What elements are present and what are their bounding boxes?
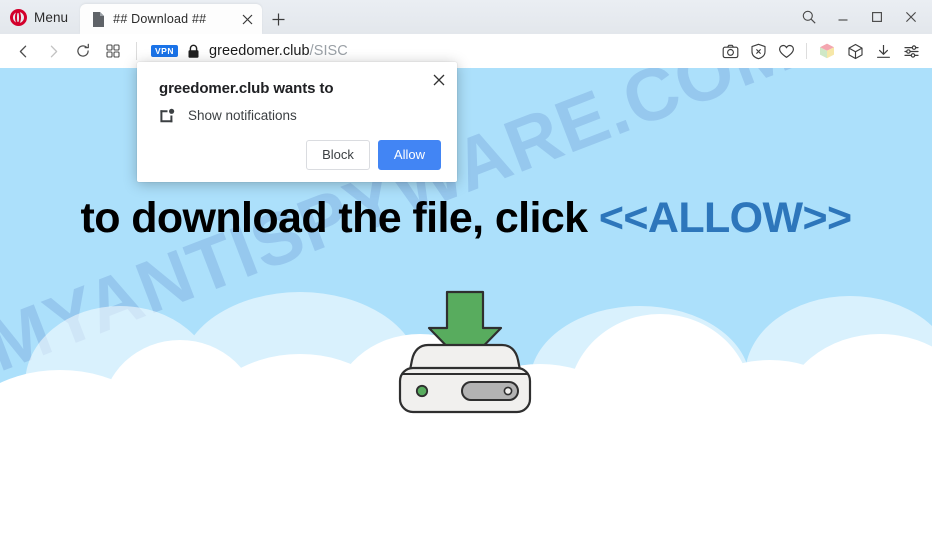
- toolbar-divider: [136, 42, 137, 60]
- browser-window: Menu ## Download ## VPN greedomer.club/S…: [0, 0, 932, 554]
- page-headline: to download the file, click <<ALLOW>>: [0, 194, 932, 243]
- grid-squares-icon: [106, 44, 120, 58]
- hard-drive-download-illustration: [398, 290, 532, 414]
- minimize-icon[interactable]: [826, 0, 860, 34]
- snapshot-camera-icon[interactable]: [717, 37, 743, 65]
- maximize-icon[interactable]: [860, 0, 894, 34]
- window-close-icon[interactable]: [894, 0, 928, 34]
- tab-close-icon[interactable]: [238, 10, 256, 28]
- back-button[interactable]: [8, 36, 38, 66]
- workspaces-cube-icon[interactable]: [842, 37, 868, 65]
- opera-menu-button[interactable]: Menu: [0, 0, 80, 34]
- forward-button[interactable]: [38, 36, 68, 66]
- opera-logo-icon: [10, 8, 27, 26]
- tab-title: ## Download ##: [113, 12, 207, 26]
- search-icon[interactable]: [792, 0, 826, 34]
- toolbar-divider: [806, 43, 807, 59]
- page-document-icon: [93, 11, 105, 27]
- dialog-permission-label: Show notifications: [188, 108, 297, 123]
- extensions-cube-color-icon[interactable]: [814, 37, 840, 65]
- show-notifications-icon: [160, 108, 175, 123]
- headline-allow-word: <<ALLOW>>: [598, 194, 852, 242]
- easy-setup-sliders-icon[interactable]: [898, 37, 924, 65]
- browser-tab[interactable]: ## Download ##: [80, 4, 263, 34]
- heart-icon[interactable]: [773, 37, 799, 65]
- url-path: /SISC: [309, 43, 348, 59]
- plus-icon: [272, 13, 285, 25]
- block-button[interactable]: Block: [306, 140, 370, 170]
- reload-icon: [77, 43, 89, 57]
- dialog-title: greedomer.club wants to: [159, 80, 334, 97]
- reload-button[interactable]: [68, 36, 98, 66]
- notification-permission-dialog: greedomer.club wants to Show notificatio…: [137, 62, 457, 182]
- toolbar-right-icons: [717, 37, 924, 65]
- padlock-icon[interactable]: [187, 44, 200, 59]
- tab-strip: Menu ## Download ##: [0, 0, 932, 34]
- vpn-badge[interactable]: VPN: [151, 45, 178, 57]
- headline-prefix: to download the file, click: [80, 194, 599, 242]
- chevron-right-icon: [50, 45, 57, 57]
- speed-dial-button[interactable]: [98, 36, 128, 66]
- url-host: greedomer.club: [208, 43, 310, 59]
- opera-menu-label: Menu: [34, 9, 69, 25]
- dialog-actions: Block Allow: [159, 140, 441, 172]
- downloads-icon[interactable]: [870, 37, 896, 65]
- ad-blocker-shield-icon[interactable]: [745, 37, 771, 65]
- dialog-close-icon[interactable]: [429, 70, 449, 90]
- allow-button[interactable]: Allow: [377, 140, 441, 170]
- chevron-left-icon: [19, 45, 26, 57]
- dialog-permission-row: Show notifications: [159, 107, 441, 124]
- window-controls: [792, 0, 932, 34]
- url-text: greedomer.club/SISC: [209, 43, 348, 59]
- new-tab-button[interactable]: [262, 4, 294, 34]
